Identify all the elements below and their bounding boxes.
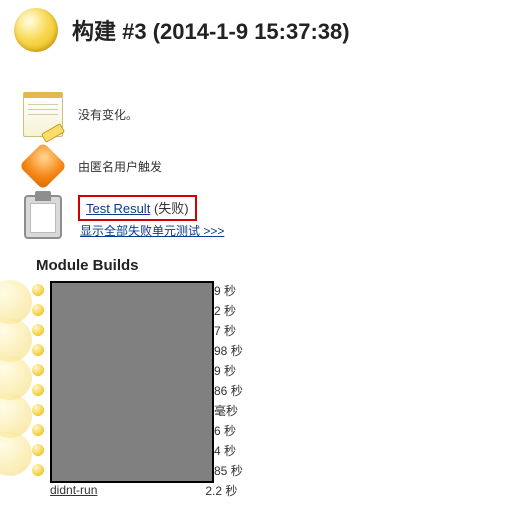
module-link[interactable]: didnt-run xyxy=(50,483,97,497)
module-builds-list: module-1 0.9 秒 module-2 3.2 秒 module-3 2… xyxy=(32,280,517,500)
build-info-list: 没有变化。 由匿名用户触发 Test Result (失败) 显示全部失败单元测… xyxy=(0,92,517,239)
status-dot-icon xyxy=(32,304,44,316)
status-ball-icon xyxy=(14,8,58,52)
status-dot-icon xyxy=(32,444,44,456)
build-header: 构建 #3 (2014-1-9 15:37:38) xyxy=(0,0,517,52)
redaction-overlay xyxy=(50,281,214,483)
changes-row: 没有变化。 xyxy=(20,92,517,137)
status-dot-icon xyxy=(32,424,44,436)
trigger-row: 由匿名用户触发 xyxy=(20,145,517,187)
notepad-icon xyxy=(23,92,63,137)
trigger-icon xyxy=(19,142,67,190)
status-dot-icon xyxy=(32,324,44,336)
status-dot-icon xyxy=(32,384,44,396)
status-dot-icon xyxy=(32,344,44,356)
status-dot-icon xyxy=(32,464,44,476)
show-all-failed-link[interactable]: 显示全部失败单元测试 >>> xyxy=(80,222,224,239)
clipboard-icon xyxy=(24,195,62,239)
test-result-row: Test Result (失败) 显示全部失败单元测试 >>> xyxy=(20,195,517,239)
status-dot-icon xyxy=(32,284,44,296)
status-dot-icon xyxy=(32,364,44,376)
test-result-highlight: Test Result (失败) xyxy=(78,195,197,221)
module-duration: 2.2 秒 xyxy=(205,482,237,499)
module-row: didnt-run 2.2 秒 xyxy=(32,480,517,500)
decorative-background xyxy=(0,280,32,470)
no-changes-text: 没有变化。 xyxy=(78,106,138,123)
test-result-link[interactable]: Test Result xyxy=(86,201,150,216)
status-dot-icon xyxy=(32,404,44,416)
module-builds-heading: Module Builds xyxy=(36,257,517,274)
test-result-status: (失败) xyxy=(154,201,189,216)
page-title: 构建 #3 (2014-1-9 15:37:38) xyxy=(72,14,350,46)
triggered-by-text: 由匿名用户触发 xyxy=(78,158,162,175)
